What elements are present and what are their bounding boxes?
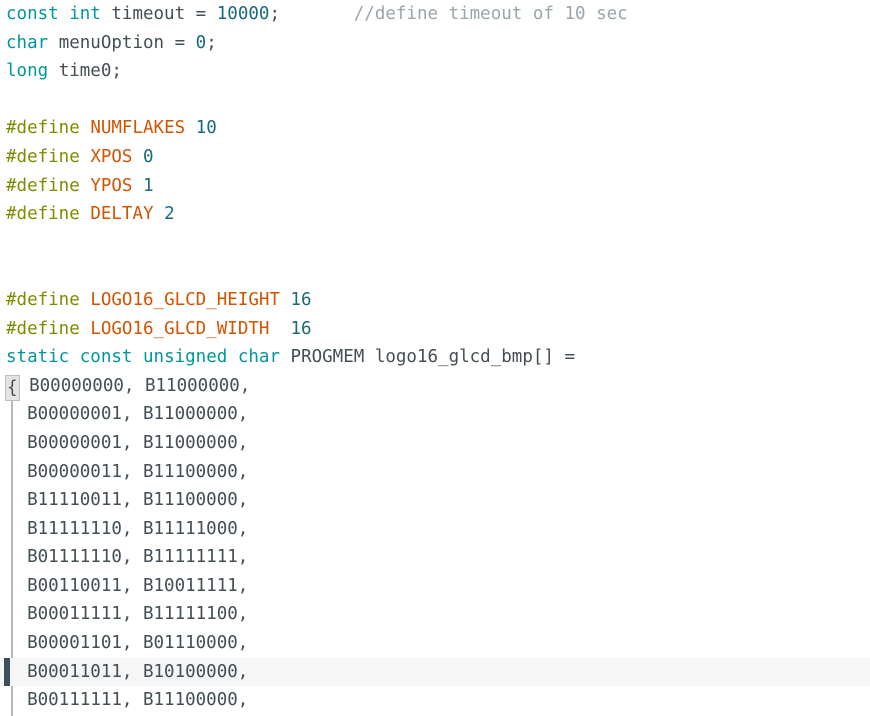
code-token-directive: #define: [6, 175, 80, 196]
code-token-keyword: int: [69, 4, 101, 24]
code-token-macro: DELTAY: [90, 204, 154, 225]
code-lines-container[interactable]: const int timeout = 10000; //define time…: [0, 0, 870, 715]
code-token-keyword: char: [6, 32, 49, 53]
code-token-number: 0: [143, 146, 154, 167]
code-token-directive: #define: [6, 289, 80, 310]
code-token-data: B00011111, B11111100,: [6, 604, 249, 625]
code-token-data: B00001101, B01110000,: [6, 633, 249, 654]
code-token-data: B11110011, B11100000,: [6, 490, 249, 511]
code-token-macro: NUMFLAKES: [90, 118, 186, 139]
code-line[interactable]: B00110011, B10011111,: [0, 572, 870, 601]
code-token-plain: PROGMEM logo16_glcd_bmp[] =: [280, 347, 576, 368]
code-editor[interactable]: const int timeout = 10000; //define time…: [0, 0, 870, 716]
code-token-keyword: unsigned: [143, 347, 228, 368]
code-token-data: B00000000, B11000000,: [18, 375, 251, 396]
code-token-number: 16: [290, 289, 312, 310]
code-line-blank[interactable]: [0, 257, 870, 286]
code-token-macro: YPOS: [90, 175, 133, 196]
code-line[interactable]: B00000001, B11000000,: [0, 429, 870, 458]
code-token-number: 10: [195, 118, 217, 139]
code-line[interactable]: #define DELTAY 2: [0, 200, 870, 229]
code-line[interactable]: B11111110, B11111000,: [0, 515, 870, 544]
code-line-blank[interactable]: [0, 229, 870, 258]
code-token-data: B00111111, B11100000,: [6, 690, 249, 711]
code-token-number: 10000: [216, 4, 270, 24]
code-line[interactable]: B00000011, B11100000,: [0, 458, 870, 487]
code-token-directive: #define: [6, 118, 80, 139]
code-token-plain: ;: [269, 4, 280, 24]
code-line[interactable]: const int timeout = 10000; //define time…: [0, 0, 870, 29]
code-token-data: B00000011, B11100000,: [6, 461, 249, 482]
code-line[interactable]: B00000001, B11000000,: [0, 400, 870, 429]
code-token-number: 1: [143, 175, 154, 196]
code-line[interactable]: #define XPOS 0: [0, 143, 870, 172]
code-token-macro: LOGO16_GLCD_WIDTH: [90, 318, 270, 339]
code-line[interactable]: B01111110, B11111111,: [0, 543, 870, 572]
code-line[interactable]: #define LOGO16_GLCD_WIDTH 16: [0, 315, 870, 344]
code-token-number: 2: [164, 204, 175, 225]
code-line[interactable]: B00111111, B11100000,: [0, 686, 870, 715]
code-line[interactable]: static const unsigned char PROGMEM logo1…: [0, 343, 870, 372]
code-line[interactable]: long time0;: [0, 57, 870, 86]
code-token-plain: time0;: [48, 61, 122, 82]
code-token-keyword: static: [6, 347, 70, 368]
code-token-comment: //define timeout of 10 sec: [353, 4, 628, 24]
code-token-data: B00000001, B11000000,: [6, 432, 249, 453]
code-token-directive: #define: [6, 146, 80, 167]
code-token-keyword: char: [237, 347, 280, 368]
code-line[interactable]: { B00000000, B11000000,: [0, 372, 870, 401]
code-token-keyword: const: [79, 347, 133, 368]
code-token-keyword: long: [6, 61, 49, 82]
code-token-number: 0: [195, 32, 207, 53]
code-line[interactable]: #define LOGO16_GLCD_HEIGHT 16: [0, 286, 870, 315]
code-line[interactable]: #define NUMFLAKES 10: [0, 114, 870, 143]
code-line[interactable]: char menuOption = 0;: [0, 29, 870, 58]
code-token-data: B00000001, B11000000,: [6, 404, 249, 425]
code-token-macro: LOGO16_GLCD_HEIGHT: [90, 289, 280, 310]
code-token-data: B00110011, B10011111,: [6, 575, 249, 596]
code-line[interactable]: #define YPOS 1: [0, 172, 870, 201]
code-line-current[interactable]: B00011011, B10100000,: [0, 657, 870, 687]
code-token-data: B01111110, B11111111,: [6, 547, 249, 568]
code-token-plain: menuOption =: [48, 32, 196, 53]
code-token-plain: timeout =: [100, 4, 217, 24]
code-line[interactable]: B00011111, B11111100,: [0, 600, 870, 629]
code-line-blank[interactable]: [0, 86, 870, 115]
code-token-directive: #define: [6, 204, 80, 225]
code-token-data: B00011011, B10100000,: [6, 661, 249, 682]
code-token-keyword: const: [6, 4, 59, 24]
code-token-macro: XPOS: [90, 146, 133, 167]
code-token-number: 16: [290, 318, 312, 339]
code-token-plain: ;: [206, 32, 217, 53]
matched-brace-highlight: {: [5, 374, 20, 401]
code-line[interactable]: B00001101, B01110000,: [0, 629, 870, 658]
code-line[interactable]: B11110011, B11100000,: [0, 486, 870, 515]
code-token-directive: #define: [6, 318, 80, 339]
code-token-data: B11111110, B11111000,: [6, 518, 249, 539]
